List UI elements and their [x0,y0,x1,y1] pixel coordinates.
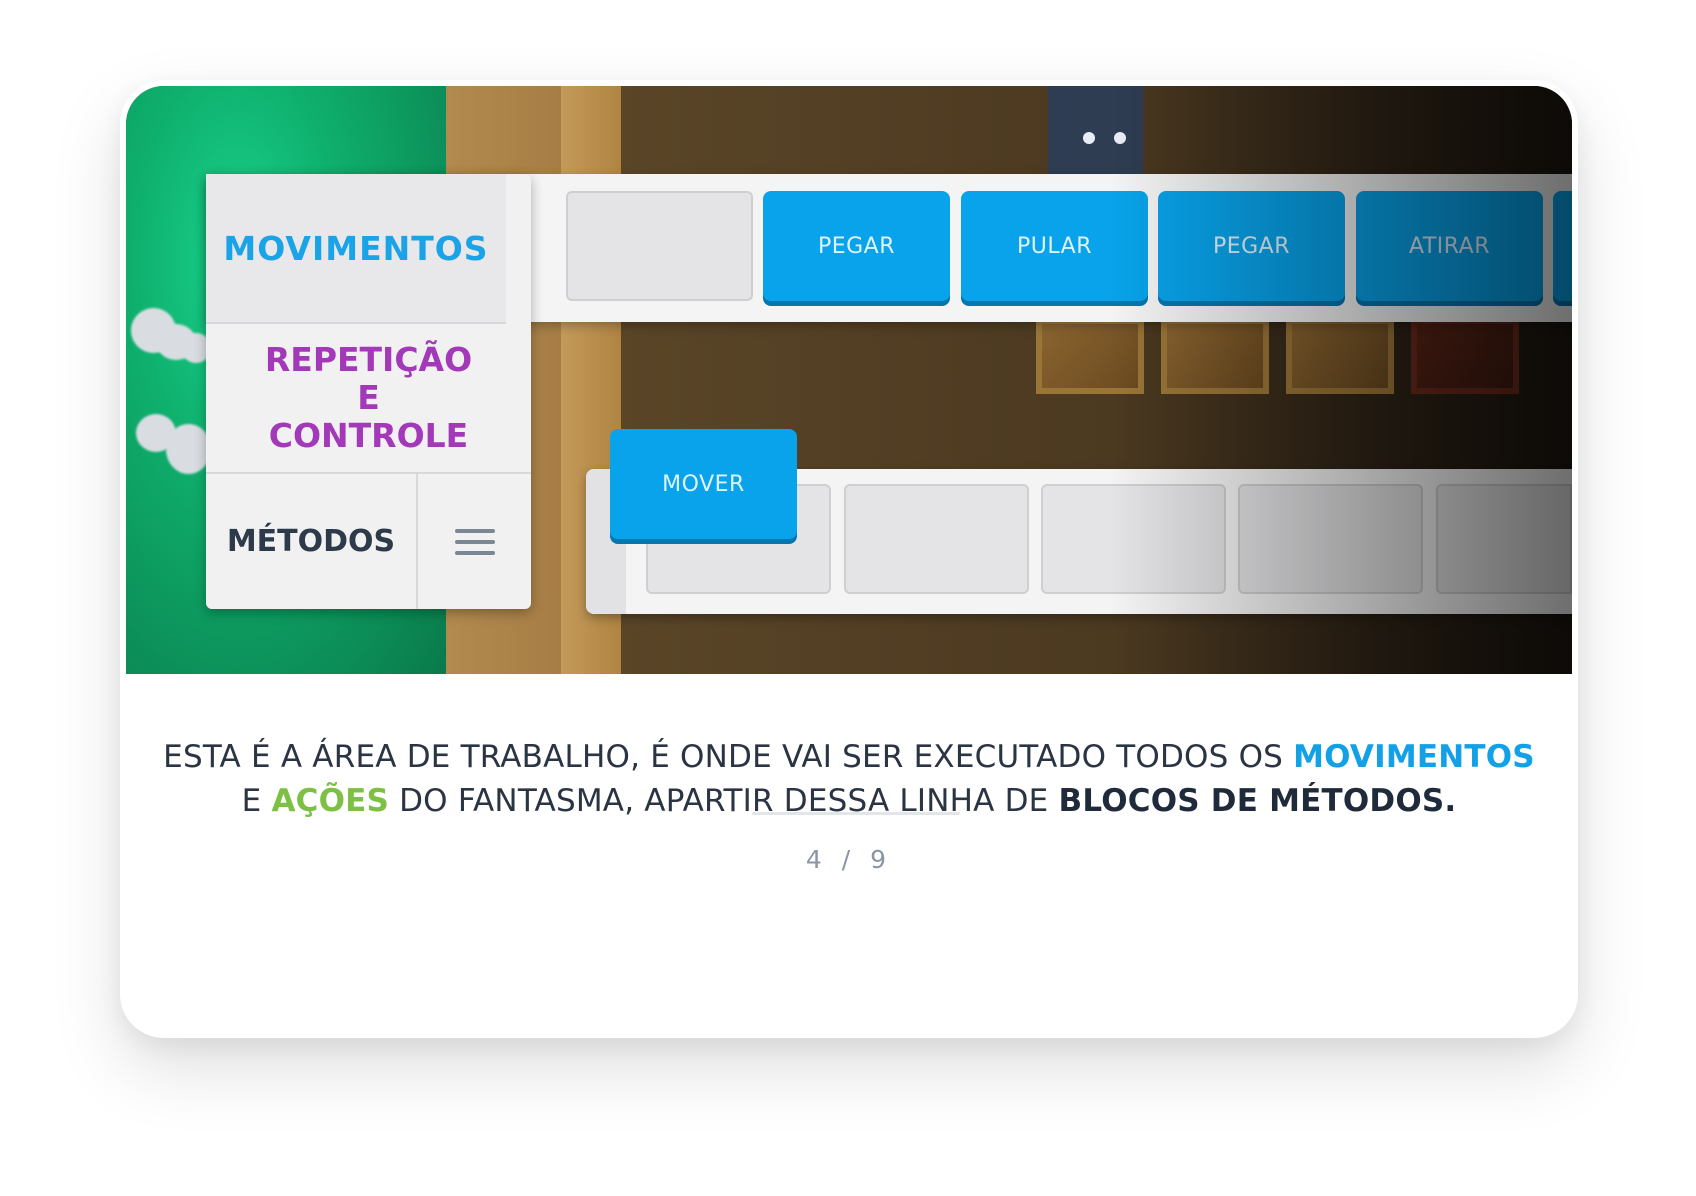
tutorial-card: PEGAR PULAR PEGAR ATIRAR MOVER MOVIMENTO… [120,80,1578,1038]
red-crate [1411,318,1519,394]
hamburger-menu-icon[interactable] [418,474,531,609]
divider [752,812,960,815]
page-current: 4 [805,845,828,874]
caption-highlight-blocos: BLOCOS DE MÉTODOS. [1058,783,1457,819]
wooden-crate [1161,318,1269,394]
page-total: 9 [870,845,893,874]
wooden-crate [1036,318,1144,394]
block-pular[interactable]: PULAR [961,191,1148,301]
empty-block-slot[interactable] [566,191,753,301]
tab-metodos[interactable]: MÉTODOS [206,474,418,609]
caption-highlight-movimentos: MOVIMENTOS [1293,739,1535,775]
caption-highlight-acoes: AÇÕES [271,783,390,819]
page-separator: / [841,845,857,874]
caption-text: ESTA É A ÁREA DE TRABALHO, É ONDE VAI SE… [163,739,1294,775]
block-mover-dragging[interactable]: MOVER [610,429,797,539]
menu-line [454,550,495,555]
tutorial-caption: ESTA É A ÁREA DE TRABALHO, É ONDE VAI SE… [160,735,1538,823]
menu-line [454,528,495,533]
block-atirar[interactable]: ATIRAR [1356,191,1543,301]
pagination: 4 / 9 [120,845,1578,874]
caption-text: E [241,783,272,819]
category-panel: MOVIMENTOS REPETIÇÃO E CONTROLE MÉTODOS [206,174,531,609]
tab-movimentos[interactable]: MOVIMENTOS [206,174,506,324]
block-partial[interactable] [1553,191,1572,301]
tab-repeticao-label: REPETIÇÃO E CONTROLE [264,340,473,455]
method-slot[interactable] [844,484,1029,594]
block-pegar[interactable]: PEGAR [763,191,950,301]
ghost-eye-left [1083,132,1095,144]
ghost-character [1048,86,1143,181]
workspace-illustration: PEGAR PULAR PEGAR ATIRAR MOVER MOVIMENTO… [126,86,1572,674]
method-slot[interactable] [1436,484,1572,594]
wooden-crate [1286,318,1394,394]
cloud [166,424,211,474]
method-slot[interactable] [1238,484,1423,594]
method-slot[interactable] [1041,484,1226,594]
tab-repeticao-controle[interactable]: REPETIÇÃO E CONTROLE [206,324,531,474]
menu-line [454,539,495,544]
block-pegar[interactable]: PEGAR [1158,191,1345,301]
ghost-eye-right [1114,132,1126,144]
